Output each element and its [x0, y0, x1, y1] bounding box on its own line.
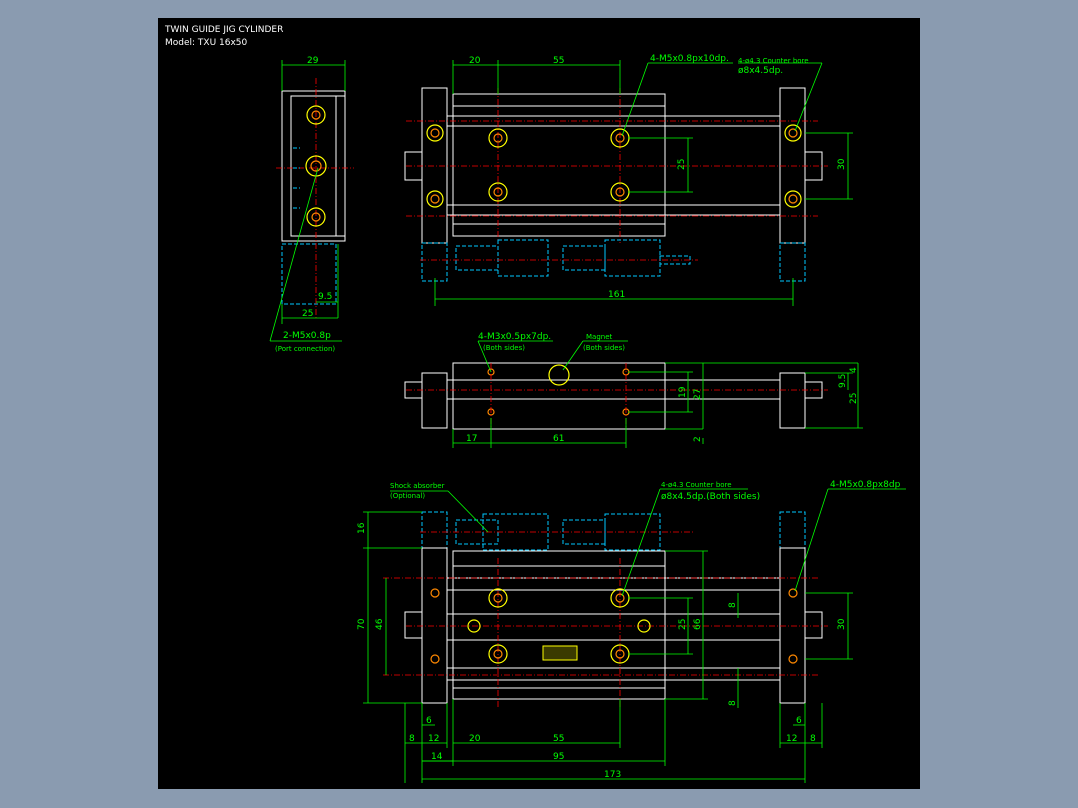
dim-17: 17 [466, 434, 477, 444]
dim-8-a: 8 [728, 602, 738, 608]
dim-30-bot: 30 [837, 618, 847, 630]
dim-55-top: 55 [553, 56, 564, 66]
dim-25-left: 25 [302, 309, 313, 319]
dim-95: 95 [553, 752, 564, 762]
dim-12-r: 12 [786, 734, 797, 744]
drawing-canvas: TWIN GUIDE JIG CYLINDER Model: TXU 16x50… [158, 18, 920, 789]
dim-55-bot: 55 [553, 734, 564, 744]
callout-magnet-1: Magnet [586, 333, 613, 341]
callout-m3-1: 4-M3x0.5px7dp. [478, 332, 551, 342]
dim-6-l: 6 [426, 716, 432, 726]
dim-2-mid: 2 [693, 436, 703, 442]
dim-30-top: 30 [837, 158, 847, 170]
callout-m5-top: 4-M5x0.8px10dp. [650, 54, 729, 64]
callout-m3-2: (Both sides) [483, 344, 525, 352]
callout-shock-2: (Optional) [390, 492, 425, 500]
dim-19: 19 [678, 386, 688, 398]
cad-drawing: TWIN GUIDE JIG CYLINDER Model: TXU 16x50… [164, 25, 906, 783]
dim-9-5-mid: 9.5 [838, 374, 848, 388]
dim-25-top: 25 [677, 159, 687, 170]
dim-61: 61 [553, 434, 564, 444]
dim-4-mid: 4 [849, 367, 859, 373]
side-view: 29 9.5 25 2-M5x0.8p (Port connection) [269, 56, 354, 353]
title-line2: Model: TXU 16x50 [165, 38, 248, 48]
dim-16: 16 [357, 522, 367, 534]
top-view: 20 55 25 30 161 4-M5x0.8px10dp. 4-ø4.3 C… [404, 54, 853, 306]
callout-port-1: 2-M5x0.8p [283, 331, 331, 341]
middle-view: 17 61 19 27 2 9.5 4 25 4-M3x0.5px7dp. (B… [404, 332, 863, 448]
dim-8-b: 8 [728, 700, 738, 706]
dim-161: 161 [608, 290, 625, 300]
dim-6-r: 6 [796, 716, 802, 726]
callout-cbore-bot-2: ø8x4.5dp.(Both sides) [661, 492, 760, 502]
callout-cbore-top-2: ø8x4.5dp. [738, 66, 783, 76]
callout-cbore-bot-1: 4-ø4.3 Counter bore [661, 481, 732, 489]
callout-shock-1: Shock absorber [390, 482, 445, 490]
callout-cbore-top-1: 4-ø4.3 Counter bore [738, 57, 809, 65]
dim-14: 14 [431, 752, 443, 762]
dim-12-l: 12 [428, 734, 439, 744]
nameplate [542, 645, 578, 661]
dim-46: 46 [375, 618, 385, 630]
dim-8-r: 8 [810, 734, 816, 744]
dim-29: 29 [307, 56, 319, 66]
callout-port-2: (Port connection) [275, 345, 335, 353]
dim-25-mid: 25 [849, 393, 859, 404]
bottom-view: 16 70 46 25 66 8 8 30 6 8 12 14 20 55 95 [357, 480, 906, 783]
dim-66: 66 [693, 618, 703, 630]
dim-8-l: 8 [409, 734, 415, 744]
dim-25-bot: 25 [678, 619, 688, 630]
title-line1: TWIN GUIDE JIG CYLINDER [164, 25, 283, 35]
dim-9-5-left: 9.5 [318, 292, 332, 302]
dim-20-top: 20 [469, 56, 481, 66]
callout-magnet-2: (Both sides) [583, 344, 625, 352]
dim-27: 27 [693, 389, 703, 400]
dim-70: 70 [357, 618, 367, 630]
dim-173: 173 [604, 770, 621, 780]
dim-20-bot: 20 [469, 734, 481, 744]
callout-m5-bot: 4-M5x0.8px8dp [830, 480, 901, 490]
